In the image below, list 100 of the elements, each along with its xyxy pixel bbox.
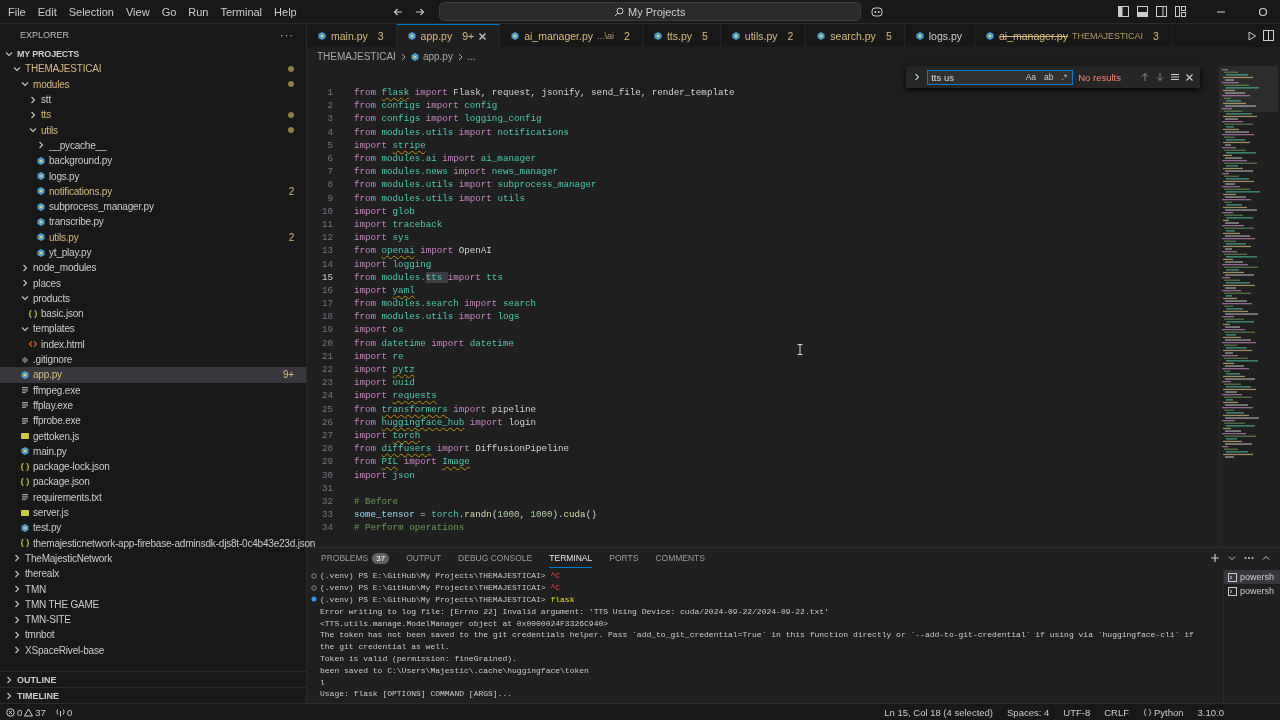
sidebar-toggle-icon[interactable]	[1118, 6, 1129, 17]
find-input[interactable]: tts us Aa ab .*	[927, 69, 1074, 85]
tree-item[interactable]: templates	[0, 321, 306, 337]
tree-item[interactable]: themajesticnetwork-app-firebase-adminsdk-djs8t-0c4b43e23d.json	[0, 535, 328, 551]
tree-item[interactable]: .gitignore	[0, 351, 306, 368]
tree-item[interactable]: subprocess_manager.py	[0, 198, 306, 215]
chevron-up-icon[interactable]	[1262, 554, 1270, 562]
terminal-session[interactable]: powersh	[1224, 570, 1280, 584]
split-view-icon[interactable]	[1156, 6, 1167, 17]
tree-item[interactable]: modules	[0, 76, 306, 92]
find-option[interactable]: Aa	[1023, 71, 1039, 83]
tree-item[interactable]: ffplay.exe	[0, 397, 306, 414]
tree-item[interactable]: app.py 9+	[0, 367, 306, 383]
tree-item[interactable]: package.json	[0, 474, 306, 490]
split-editor-icon[interactable]	[1263, 30, 1274, 41]
tree-item[interactable]: XSpaceRivel-base	[0, 642, 306, 658]
chevron-down-icon[interactable]	[20, 324, 30, 334]
tree-item[interactable]: TheMajesticNetwork	[0, 550, 306, 567]
tree-item[interactable]: TMN	[0, 581, 306, 597]
breadcrumb[interactable]: ...	[466, 51, 476, 62]
tree-item[interactable]: products	[0, 290, 306, 307]
run-icon[interactable]	[1247, 30, 1257, 41]
menu-item[interactable]: Selection	[62, 5, 120, 18]
menu-item[interactable]: Run	[182, 5, 215, 18]
tree-item[interactable]: package-lock.json	[0, 459, 306, 475]
tree-item[interactable]: utils.py 2	[0, 229, 306, 245]
breadcrumb[interactable]: THEMAJESTICAI	[317, 51, 396, 62]
tree-item[interactable]: THEMAJESTICAI	[0, 61, 306, 77]
find-option[interactable]: .*	[1059, 71, 1070, 83]
section-header[interactable]: OUTLINE	[0, 671, 306, 687]
tree-item[interactable]: node_modules	[0, 260, 306, 276]
status-item[interactable]: Spaces: 4	[1007, 706, 1050, 718]
status-item[interactable]: Ln 15, Col 18 (4 selected)	[884, 706, 993, 718]
tree-item[interactable]: notifications.py 2	[0, 183, 306, 199]
workspace-header[interactable]: MY PROJECTS	[0, 46, 306, 62]
panel-tab[interactable]: OUTPUT	[406, 548, 442, 568]
more-icon[interactable]	[1244, 556, 1254, 560]
chevron-right-icon[interactable]	[12, 599, 22, 610]
chevron-right-icon[interactable]	[12, 645, 22, 656]
tree-item[interactable]: ffmpeg.exe	[0, 382, 306, 398]
problems-status[interactable]: 0 37	[6, 706, 46, 718]
chevron-right-icon[interactable]	[12, 568, 22, 579]
command-dot[interactable]	[311, 572, 317, 579]
forward-arrow-icon[interactable]	[414, 6, 425, 17]
close-icon[interactable]	[478, 31, 488, 41]
menu-item[interactable]: Go	[155, 5, 183, 18]
tree-item[interactable]: tts	[0, 107, 306, 123]
chevron-down-icon[interactable]	[1228, 554, 1236, 562]
close-icon[interactable]	[1185, 72, 1194, 82]
more-actions[interactable]: ···	[280, 29, 294, 41]
chevron-right-icon[interactable]	[28, 94, 38, 105]
menu-item[interactable]: Terminal	[214, 5, 269, 18]
chevron-right-icon[interactable]	[12, 584, 22, 595]
panel-tab[interactable]: COMMENTS	[655, 548, 705, 568]
command-dot[interactable]	[311, 584, 317, 591]
menu-item[interactable]: View	[119, 5, 156, 18]
status-item[interactable]: Python	[1143, 706, 1184, 718]
chevron-right-icon[interactable]	[28, 109, 38, 120]
panel-tab[interactable]: DEBUG CONSOLE	[458, 548, 533, 568]
tree-item[interactable]: __pycache__	[0, 137, 306, 154]
status-item[interactable]: 3.10.0	[1197, 706, 1224, 718]
menu-item[interactable]: Help	[268, 5, 303, 18]
tree-item[interactable]: background.py	[0, 153, 306, 169]
command-success-dot[interactable]	[311, 596, 317, 603]
chevron-right-icon[interactable]	[20, 262, 30, 273]
tree-item[interactable]: ffprobe.exe	[0, 413, 306, 429]
status-item[interactable]: UTF-8	[1063, 706, 1091, 718]
tree-item[interactable]: therealx	[0, 566, 306, 582]
command-center[interactable]: My Projects	[438, 2, 861, 21]
ports-status[interactable]: 0	[55, 706, 73, 718]
editor-tab[interactable]: app.py 9+	[396, 24, 501, 47]
tree-item[interactable]: utils	[0, 122, 306, 138]
breadcrumb[interactable]: app.py	[422, 51, 453, 62]
layout-icon[interactable]	[1175, 6, 1186, 17]
panel-tab[interactable]: PROBLEMS 37	[321, 548, 390, 568]
chevron-right-icon[interactable]	[4, 674, 14, 685]
tree-item[interactable]: stt	[0, 91, 306, 108]
chevron-right-icon[interactable]	[36, 140, 46, 151]
tree-item[interactable]: basic.json	[0, 306, 306, 322]
chevron-right-icon[interactable]	[12, 614, 22, 625]
terminal-session[interactable]: powersh	[1224, 584, 1280, 598]
tree-item[interactable]: places	[0, 275, 306, 291]
tree-item[interactable]: index.html	[0, 336, 306, 352]
tree-item[interactable]: TMN-SITE	[0, 612, 306, 628]
tree-item[interactable]: tmnbot	[0, 627, 306, 643]
chevron-right-icon[interactable]	[12, 553, 22, 564]
menu-icon[interactable]	[1170, 72, 1180, 82]
chevron-right-icon[interactable]	[4, 690, 14, 701]
chevron-right-icon[interactable]	[20, 278, 30, 289]
menu-item[interactable]: File	[2, 5, 32, 18]
tree-item[interactable]: main.py	[0, 443, 306, 459]
panel-tab[interactable]: PORTS	[609, 548, 639, 568]
tree-item[interactable]: gettoken.js	[0, 428, 306, 444]
panel-toggle-icon[interactable]	[1137, 6, 1148, 17]
tree-item[interactable]: requirements.txt	[0, 489, 306, 505]
tree-item[interactable]: test.py	[0, 520, 306, 536]
tree-item[interactable]: logs.py	[0, 168, 306, 184]
find-option[interactable]: ab	[1042, 71, 1056, 83]
plus-icon[interactable]	[1210, 553, 1220, 563]
tree-item[interactable]: yt_play.py	[0, 244, 306, 261]
